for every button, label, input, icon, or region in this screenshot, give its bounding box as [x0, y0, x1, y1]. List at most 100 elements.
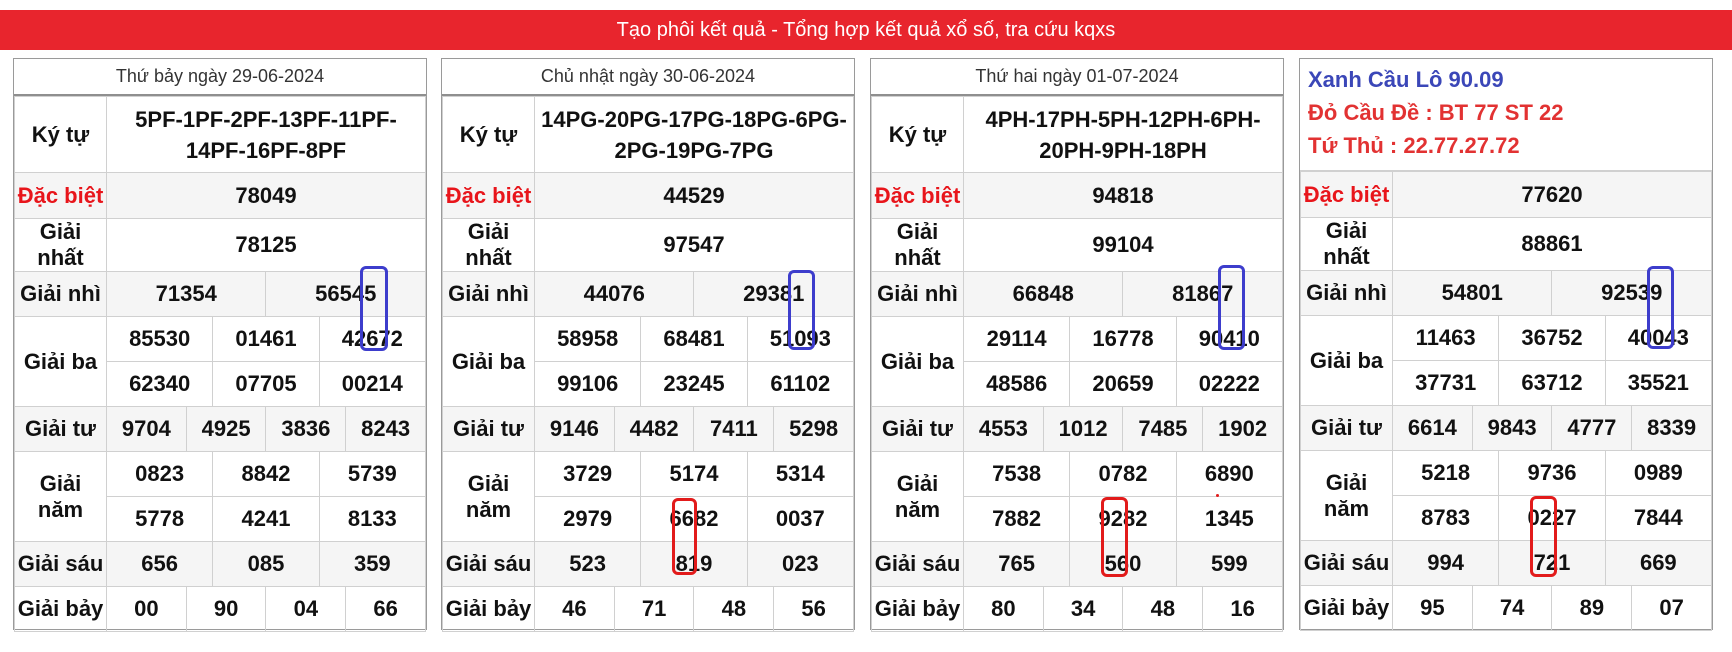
giai-nam-value: 5218: [1391, 450, 1500, 496]
giai-nam-value: 7844: [1604, 495, 1713, 541]
giai-bay-value: 56: [773, 586, 854, 632]
ky-tu-value: 14PG-20PG-17PG-18PG-6PG-2PG-19PG-7PG: [534, 96, 854, 173]
note-line-red: Đỏ Cầu Đề : BT 77 ST 22: [1308, 100, 1564, 125]
result-table: Ký tự 4PH-17PH-5PH-12PH-6PH-20PH-9PH-18P…: [871, 96, 1284, 632]
label-ky-tu: Ký tự: [442, 96, 535, 173]
giai-nam-value: 6890: [1175, 451, 1284, 497]
giai-ba-value: 58958: [533, 316, 642, 362]
highlight-blue-mark: [1647, 266, 1674, 349]
label-giai-sau: Giải sáu: [1300, 540, 1393, 586]
giai-nam-value: 8842: [212, 451, 320, 497]
label-dac-biet: Đặc biệt: [442, 172, 535, 219]
giai-nhat-value: 88861: [1392, 217, 1712, 271]
giai-ba-value: 20659: [1069, 361, 1177, 407]
result-table: Ký tự 14PG-20PG-17PG-18PG-6PG-2PG-19PG-7…: [442, 96, 855, 632]
panel-date-title: Thứ hai ngày 01-07-2024: [871, 59, 1283, 96]
label-giai-sau: Giải sáu: [14, 541, 107, 587]
giai-ba-value: 68481: [640, 316, 748, 362]
giai-bay-value: 71: [613, 586, 695, 632]
prediction-note: Xanh Cầu Lô 90.09 Đỏ Cầu Đề : BT 77 ST 2…: [1300, 59, 1712, 171]
label-giai-nhat: Giải nhất: [871, 218, 964, 272]
giai-ba-value: 85530: [105, 316, 214, 362]
giai-nhi-value: 66848: [962, 271, 1124, 317]
giai-tu-value: 8243: [345, 406, 426, 452]
highlight-blue-mark: [360, 266, 388, 351]
label-giai-nam: Giải năm: [14, 451, 107, 542]
label-giai-tu: Giải tư: [1300, 405, 1393, 451]
giai-ba-value: 35521: [1604, 360, 1713, 406]
giai-tu-value: 8339: [1631, 405, 1712, 451]
highlight-red-mark: [1530, 496, 1557, 577]
ky-tu-value: 4PH-17PH-5PH-12PH-6PH-20PH-9PH-18PH: [963, 96, 1283, 173]
giai-bay-value: 46: [534, 586, 615, 632]
giai-nam-value: 2979: [533, 496, 642, 542]
giai-nhi-value: 44076: [533, 271, 695, 317]
giai-ba-value: 16778: [1069, 316, 1177, 362]
giai-bay-value: 48: [693, 586, 775, 632]
giai-ba-value: 07705: [212, 361, 320, 407]
highlight-red-mark: [1101, 497, 1128, 577]
giai-ba-value: 02222: [1175, 361, 1284, 407]
giai-ba-value: 37731: [1391, 360, 1500, 406]
giai-ba-value: 63712: [1498, 360, 1606, 406]
panel-date-title: Thứ bảy ngày 29-06-2024: [14, 59, 426, 96]
giai-sau-value: 765: [962, 541, 1071, 587]
giai-nam-value: 8783: [1391, 495, 1500, 541]
giai-nhat-value: 99104: [963, 218, 1283, 272]
ky-tu-value: 5PF-1PF-2PF-13PF-11PF-14PF-16PF-8PF: [106, 96, 426, 173]
label-giai-nhat: Giải nhất: [14, 218, 107, 272]
giai-nam-value: 4241: [212, 496, 320, 542]
giai-bay-value: 74: [1471, 585, 1553, 631]
label-giai-bay: Giải bảy: [871, 586, 964, 632]
giai-tu-value: 7485: [1122, 406, 1204, 452]
giai-sau-value: 523: [533, 541, 642, 587]
giai-ba-value: 48586: [962, 361, 1071, 407]
label-giai-nam: Giải năm: [442, 451, 535, 542]
giai-nam-value: 5174: [640, 451, 748, 497]
giai-nam-value: 5314: [746, 451, 855, 497]
giai-ba-value: 00214: [318, 361, 427, 407]
dac-biet-value: 44529: [534, 172, 854, 219]
giai-sau-value: 656: [105, 541, 214, 587]
panel-date-title: Chủ nhật ngày 30-06-2024: [442, 59, 854, 96]
label-giai-bay: Giải bảy: [1300, 585, 1393, 631]
giai-nam-value: 0823: [105, 451, 214, 497]
label-giai-bay: Giải bảy: [14, 586, 107, 632]
giai-tu-value: 4777: [1551, 405, 1633, 451]
giai-sau-value: 994: [1391, 540, 1500, 586]
giai-tu-value: 4925: [185, 406, 267, 452]
highlight-blue-mark: [788, 270, 815, 350]
label-dac-biet: Đặc biệt: [14, 172, 107, 219]
highlight-red-mark: [672, 498, 697, 575]
giai-nhat-value: 78125: [106, 218, 426, 272]
giai-nam-value: 0989: [1604, 450, 1713, 496]
note-line-blue: Xanh Cầu Lô 90.09: [1308, 67, 1504, 92]
label-giai-nhi: Giải nhì: [1300, 270, 1393, 316]
giai-tu-value: 6614: [1392, 405, 1473, 451]
giai-nam-value: 9736: [1498, 450, 1606, 496]
giai-nhi-value: 29381: [693, 271, 854, 317]
label-dac-biet: Đặc biệt: [871, 172, 964, 219]
giai-ba-value: 61102: [746, 361, 855, 407]
giai-tu-value: 1012: [1042, 406, 1124, 452]
giai-tu-value: 9704: [106, 406, 187, 452]
label-ky-tu: Ký tự: [871, 96, 964, 173]
giai-tu-value: 9843: [1471, 405, 1553, 451]
giai-bay-value: 04: [265, 586, 347, 632]
label-giai-nam: Giải năm: [871, 451, 964, 542]
giai-sau-value: 023: [746, 541, 855, 587]
giai-nhat-value: 97547: [534, 218, 854, 272]
giai-bay-value: 34: [1042, 586, 1124, 632]
label-giai-sau: Giải sáu: [442, 541, 535, 587]
giai-nhi-value: 92539: [1551, 270, 1712, 316]
giai-ba-value: 11463: [1391, 315, 1500, 361]
giai-bay-value: 00: [106, 586, 187, 632]
giai-nhi-value: 81867: [1122, 271, 1283, 317]
giai-bay-value: 90: [185, 586, 267, 632]
dac-biet-value: 94818: [963, 172, 1283, 219]
highlight-blue-mark: [1218, 265, 1245, 350]
giai-nam-value: 0782: [1069, 451, 1177, 497]
giai-sau-value: 085: [212, 541, 320, 587]
label-ky-tu: Ký tự: [14, 96, 107, 173]
label-giai-nhat: Giải nhất: [1300, 217, 1393, 271]
